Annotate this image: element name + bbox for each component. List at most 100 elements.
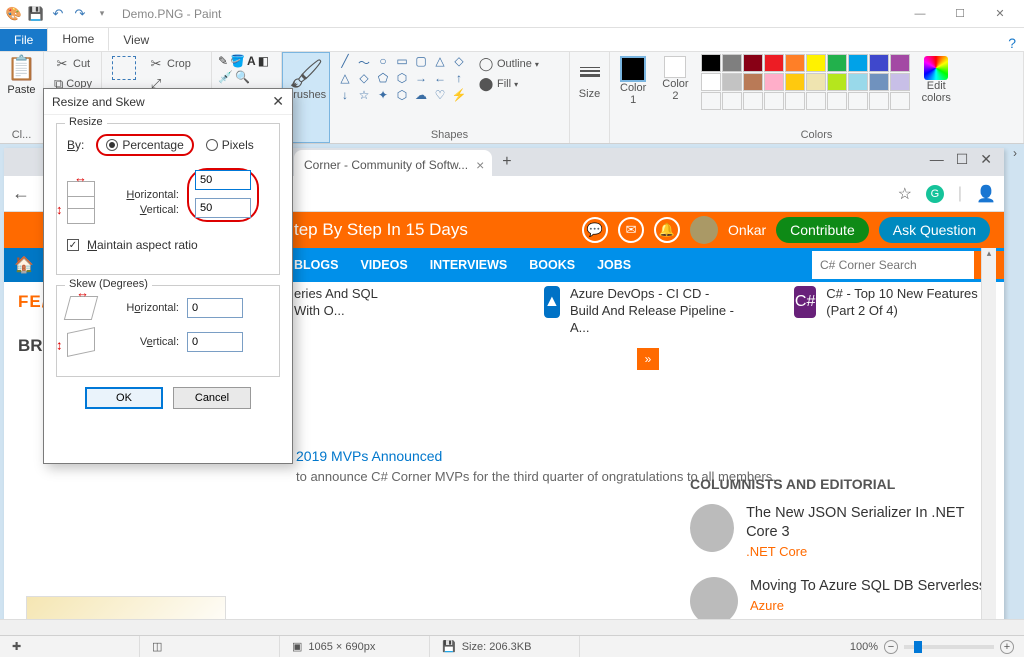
- fillshape-icon: ⬤: [478, 76, 494, 92]
- file-size: Size: 206.3KB: [462, 641, 532, 653]
- brushes-button[interactable]: 🖌 Brushes: [289, 55, 323, 103]
- mail-icon[interactable]: ✉: [618, 217, 644, 243]
- vertical-label: Vertical:: [109, 204, 179, 216]
- save-icon[interactable]: 💾: [26, 4, 46, 24]
- help-icon[interactable]: ?: [1008, 35, 1016, 51]
- fill-icon[interactable]: 🪣: [230, 54, 245, 68]
- maintain-aspect-checkbox[interactable]: ✓: [67, 239, 79, 251]
- nav-jobs[interactable]: JOBS: [597, 258, 631, 272]
- card-1-title[interactable]: eries And SQL With O...: [294, 286, 378, 337]
- resize-skew-dialog: Resize and Skew ✕ Resize By: Percentage …: [43, 88, 293, 464]
- disk-icon: 💾: [442, 640, 456, 653]
- scroll-right-icon[interactable]: ›: [1006, 144, 1024, 162]
- grammarly-icon[interactable]: G: [926, 185, 944, 203]
- card-2-title[interactable]: Azure DevOps - CI CD - Build And Release…: [570, 286, 734, 337]
- zoom-in-button[interactable]: +: [1000, 640, 1014, 654]
- size-icon: [574, 56, 606, 88]
- nav-videos[interactable]: VIDEOS: [360, 258, 407, 272]
- home-icon[interactable]: 🏠: [4, 248, 44, 282]
- columnist-cat-2[interactable]: Azure: [750, 598, 986, 613]
- site-search-input[interactable]: [812, 251, 974, 279]
- new-tab-button[interactable]: +: [502, 153, 511, 171]
- view-tab[interactable]: View: [109, 29, 163, 51]
- cancel-button[interactable]: Cancel: [173, 387, 251, 409]
- browser-minimize[interactable]: —: [930, 151, 944, 168]
- pixels-radio[interactable]: Pixels: [206, 138, 254, 152]
- clipboard-icon: 📋: [7, 54, 37, 84]
- text-icon[interactable]: A: [247, 54, 256, 68]
- magnifier-icon[interactable]: 🔍: [235, 70, 250, 84]
- horizontal-scrollbar[interactable]: [0, 619, 1024, 635]
- redo-icon[interactable]: ↷: [70, 4, 90, 24]
- zoom-slider[interactable]: [904, 645, 994, 649]
- article-title[interactable]: 2019 MVPs Announced: [296, 448, 442, 464]
- qat-dropdown-icon[interactable]: ▾: [92, 4, 112, 24]
- skew-horizontal-input[interactable]: [187, 298, 243, 318]
- maintain-aspect-label: Maintain aspect ratio: [87, 238, 198, 252]
- back-icon[interactable]: ←: [12, 183, 30, 204]
- home-tab[interactable]: Home: [47, 27, 109, 51]
- resize-legend: Resize: [65, 116, 107, 128]
- username: Onkar: [728, 222, 766, 238]
- ok-button[interactable]: OK: [85, 387, 163, 409]
- star-icon[interactable]: ☆: [898, 184, 912, 204]
- eraser-icon[interactable]: ◧: [258, 54, 269, 68]
- skew-h-icon: [64, 296, 98, 320]
- minimize-button[interactable]: —: [900, 2, 940, 26]
- columnist-title-2[interactable]: Moving To Azure SQL DB Serverless: [750, 577, 986, 596]
- pencil-icon[interactable]: ✎: [218, 54, 228, 68]
- cut-button[interactable]: ✂Cut: [50, 54, 95, 74]
- dialog-close-icon[interactable]: ✕: [272, 93, 284, 110]
- ask-question-button[interactable]: Ask Question: [879, 217, 990, 243]
- profile-icon[interactable]: 👤: [976, 184, 996, 204]
- file-tab[interactable]: File: [0, 29, 47, 51]
- percentage-radio[interactable]: Percentage: [96, 134, 193, 156]
- hero-headline: tep By Step In 15 Days: [294, 220, 468, 240]
- maximize-button[interactable]: ☐: [940, 2, 980, 26]
- browser-tab[interactable]: Corner - Community of Softw... ×: [294, 150, 492, 176]
- color-palette[interactable]: [701, 54, 910, 110]
- nav-interviews[interactable]: INTERVIEWS: [430, 258, 508, 272]
- browser-close[interactable]: ✕: [980, 151, 992, 168]
- picker-icon[interactable]: 💉: [218, 70, 233, 84]
- fill-dropdown[interactable]: ⬤Fill▾: [474, 74, 543, 94]
- columnist-title-1[interactable]: The New JSON Serializer In .NET Core 3: [746, 504, 990, 542]
- shapes-gallery[interactable]: ╱〜○▭▢△◇ △◇⬠⬡→←↑ ↓☆✦⬡☁♡⚡: [336, 54, 468, 104]
- resize-horizontal-input[interactable]: [195, 170, 251, 190]
- resize-v-icon: [67, 196, 95, 224]
- window-title: Demo.PNG - Paint: [122, 7, 221, 21]
- edit-colors-button[interactable]: Edit colors: [918, 54, 955, 106]
- nav-blogs[interactable]: BLOGS: [294, 258, 338, 272]
- resize-vertical-input[interactable]: [195, 198, 251, 218]
- zoom-out-button[interactable]: −: [884, 640, 898, 654]
- card-3-title[interactable]: C# - Top 10 New Features (Part 2 Of 4): [826, 286, 984, 337]
- browser-maximize[interactable]: ☐: [956, 151, 969, 168]
- outline-button[interactable]: ◯Outline▾: [474, 54, 543, 74]
- color2-swatch: [664, 56, 686, 78]
- tab-close-icon[interactable]: ×: [476, 157, 484, 173]
- user-avatar[interactable]: [690, 216, 718, 244]
- skew-vertical-input[interactable]: [187, 332, 243, 352]
- horizontal-label: Horizontal:: [109, 189, 179, 201]
- browser-scrollbar[interactable]: ▴: [981, 248, 996, 621]
- crop-icon: ✂: [148, 56, 164, 72]
- dimensions-icon: ▣: [292, 640, 302, 653]
- azure-icon: ▲: [544, 286, 560, 318]
- contribute-button[interactable]: Contribute: [776, 217, 869, 243]
- nav-books[interactable]: BOOKS: [529, 258, 575, 272]
- chat-icon[interactable]: 💬: [582, 217, 608, 243]
- palette-icon: [924, 56, 948, 80]
- radio-icon: [106, 139, 118, 151]
- undo-icon[interactable]: ↶: [48, 4, 68, 24]
- columnists-heading: COLUMNISTS AND EDITORIAL: [690, 476, 990, 492]
- size-button[interactable]: Size: [576, 54, 603, 102]
- next-arrow-icon[interactable]: »: [637, 348, 659, 370]
- columnist-cat-1[interactable]: .NET Core: [746, 544, 990, 559]
- color1-button[interactable]: Color 1: [616, 54, 650, 108]
- crop-button[interactable]: ✂Crop: [144, 54, 195, 74]
- bell-icon[interactable]: 🔔: [654, 217, 680, 243]
- close-button[interactable]: ✕: [980, 2, 1020, 26]
- paste-button[interactable]: 📋 Paste: [6, 54, 37, 96]
- color2-button[interactable]: Color 2: [658, 54, 692, 104]
- zoom-level: 100%: [850, 641, 878, 653]
